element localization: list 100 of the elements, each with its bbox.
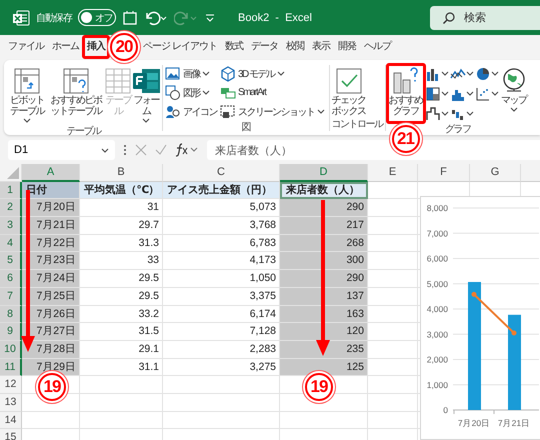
ribbon-button[interactable]: マップ bbox=[500, 65, 528, 122]
function-icon[interactable] bbox=[175, 143, 199, 157]
table-cell bbox=[368, 182, 418, 200]
table-cell: 290 bbox=[280, 270, 368, 288]
row-header[interactable]: 10 bbox=[0, 340, 22, 359]
column-header[interactable]: F bbox=[418, 164, 470, 182]
menu-tab[interactable]: 表示 bbox=[308, 36, 334, 58]
name-box[interactable]: D1 bbox=[8, 140, 115, 160]
table-cell: 120 bbox=[280, 323, 368, 341]
menu-tab[interactable]: 校閲 bbox=[282, 36, 308, 58]
menu-tab[interactable]: 数式 bbox=[220, 36, 247, 58]
table-cell: 268 bbox=[280, 234, 368, 252]
caret-icon bbox=[276, 70, 285, 77]
caret-icon bbox=[316, 108, 324, 115]
search-field[interactable]: 検索 bbox=[430, 6, 540, 30]
caret-icon bbox=[440, 70, 448, 77]
table-cell: 31.3 bbox=[80, 234, 163, 252]
table-cell: 7月24日 bbox=[22, 270, 80, 288]
caret-icon bbox=[466, 70, 474, 77]
menu-tab[interactable]: 開発 bbox=[334, 36, 360, 58]
caret-icon bbox=[202, 70, 210, 77]
ribbon-button[interactable]: おすすめピボットテーブル bbox=[48, 65, 104, 124]
table-cell: 7月20日 bbox=[22, 199, 80, 218]
ribbon-button[interactable]: ピボットテーブル bbox=[7, 65, 47, 124]
shapes-icon bbox=[165, 84, 181, 100]
ribbon-button[interactable]: チェックボックス bbox=[332, 65, 366, 117]
menu-tab[interactable]: データ bbox=[246, 36, 282, 58]
menu-tab[interactable]: ホーム bbox=[48, 36, 83, 58]
axis-label: 5,000 bbox=[426, 278, 448, 289]
ribbon-button[interactable]: スクリーンショット bbox=[220, 103, 324, 120]
chart-type-button[interactable] bbox=[474, 65, 498, 82]
caret-icon bbox=[466, 110, 474, 117]
menu-tab[interactable]: ページ レイアウト bbox=[139, 36, 221, 58]
table-cell bbox=[368, 358, 418, 376]
row-header[interactable]: 4 bbox=[0, 234, 22, 252]
table-cell: 7月23日 bbox=[22, 252, 80, 270]
row-header[interactable]: 14 bbox=[0, 412, 22, 430]
undo-icon[interactable] bbox=[144, 10, 168, 26]
table-cell: 来店者数（人） bbox=[280, 182, 368, 200]
table-cell bbox=[22, 412, 80, 430]
axis-label: 7,000 bbox=[426, 228, 448, 238]
column-header[interactable]: C bbox=[163, 164, 280, 182]
row-header[interactable]: 3 bbox=[0, 217, 22, 235]
ribbon-button[interactable]: 3D モデル bbox=[220, 65, 324, 82]
ribbon-button[interactable]: おすすめグラフ bbox=[388, 65, 424, 122]
table-cell: 29.7 bbox=[80, 217, 163, 235]
table-cell: 33 bbox=[80, 252, 163, 270]
chart-type-button[interactable] bbox=[424, 105, 448, 122]
row-header[interactable]: 13 bbox=[0, 394, 22, 412]
table-cell bbox=[368, 288, 418, 306]
table-cell bbox=[368, 199, 418, 218]
ribbon-button[interactable]: 画像 bbox=[165, 65, 217, 82]
ribbon-button[interactable]: アイコン bbox=[165, 103, 217, 120]
row-header[interactable]: 9 bbox=[0, 323, 22, 341]
select-all-icon bbox=[7, 166, 19, 179]
step-number: 19 bbox=[38, 373, 66, 401]
group-label: コントロール bbox=[332, 118, 382, 131]
row-header[interactable]: 1 bbox=[0, 182, 22, 200]
row-header[interactable]: 11 bbox=[0, 358, 22, 376]
ribbon-button[interactable]: フォーム bbox=[132, 65, 160, 124]
table-cell: 300 bbox=[280, 252, 368, 270]
caret-icon bbox=[202, 89, 210, 96]
step-number: 19 bbox=[305, 373, 333, 401]
save-icon[interactable] bbox=[122, 10, 138, 26]
table-cell: 7月21日 bbox=[22, 217, 80, 235]
caret-icon bbox=[510, 106, 518, 113]
row-header[interactable]: 5 bbox=[0, 252, 22, 270]
autosave-toggle[interactable]: オフ bbox=[78, 9, 116, 26]
group-label: グラフ bbox=[444, 123, 472, 136]
axis-label: 4,000 bbox=[426, 304, 448, 314]
table-cell bbox=[368, 270, 418, 288]
column-header[interactable]: B bbox=[80, 164, 163, 182]
group-label: 図 bbox=[240, 121, 252, 134]
chart-point bbox=[472, 292, 476, 297]
row-header[interactable]: 15 bbox=[0, 429, 22, 440]
row-header[interactable]: 2 bbox=[0, 199, 22, 218]
axis-label: 2,000 bbox=[426, 354, 448, 364]
axis-label: 3,000 bbox=[426, 329, 448, 340]
row-header[interactable]: 6 bbox=[0, 270, 22, 288]
row-header[interactable]: 8 bbox=[0, 306, 22, 324]
column-header[interactable]: G bbox=[470, 164, 521, 182]
table-cell bbox=[368, 376, 418, 394]
scatter-chart-icon bbox=[474, 86, 490, 102]
table-cell: 31 bbox=[80, 199, 163, 218]
menu-tab[interactable]: ヘルプ bbox=[360, 36, 395, 58]
step-number: 21 bbox=[392, 125, 420, 153]
row-header[interactable]: 7 bbox=[0, 288, 22, 306]
axis-label: 7月20日 bbox=[458, 418, 490, 428]
ribbon-button[interactable]: 図形 bbox=[165, 84, 217, 101]
row-header[interactable]: 12 bbox=[0, 376, 22, 394]
cube-icon bbox=[220, 66, 236, 82]
column-header[interactable]: E bbox=[368, 164, 418, 182]
table-cell: 29.5 bbox=[80, 270, 163, 288]
chart-type-button[interactable] bbox=[424, 85, 448, 102]
chart-point bbox=[512, 330, 516, 336]
menu-tab[interactable]: ファイル bbox=[4, 36, 48, 58]
table-cell: 29.5 bbox=[80, 288, 163, 306]
table-cell: 137 bbox=[280, 288, 368, 306]
chart-type-button[interactable] bbox=[474, 85, 498, 102]
ribbon-button[interactable]: SmartArt bbox=[220, 84, 324, 101]
